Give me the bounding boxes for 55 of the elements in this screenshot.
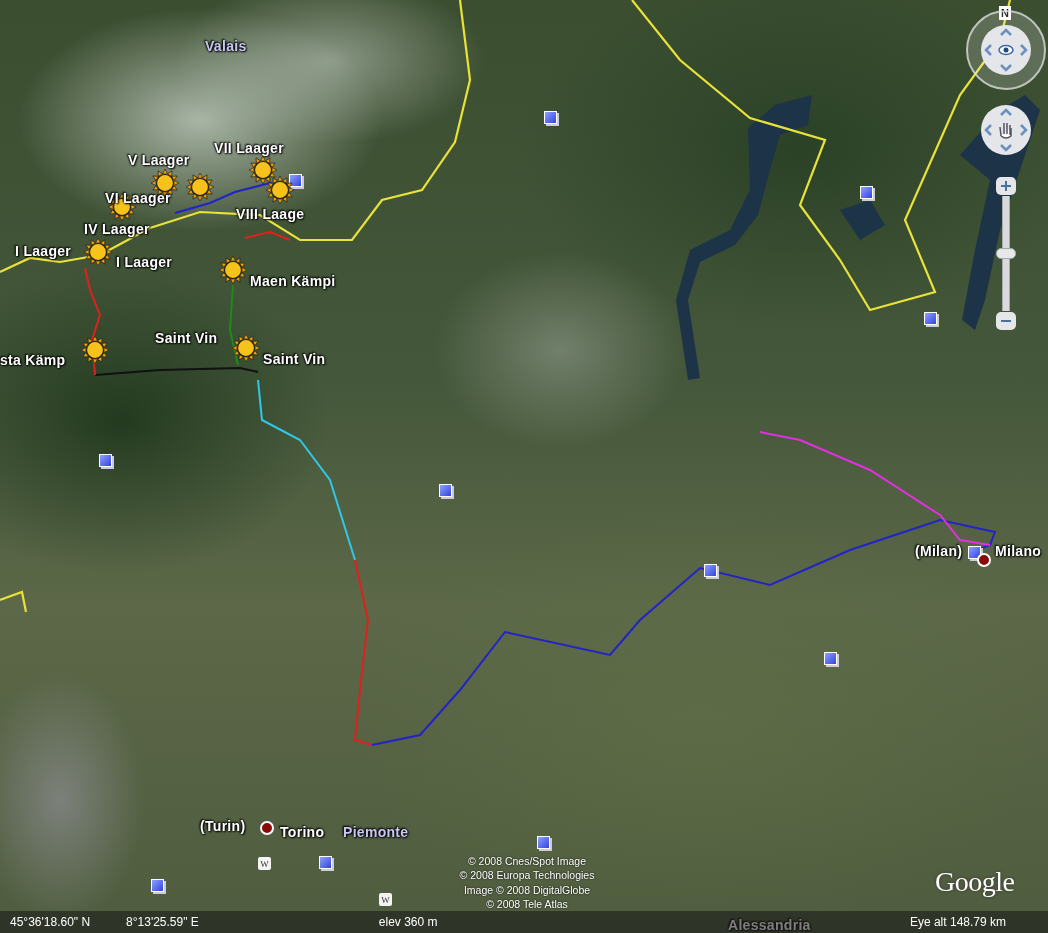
eye-altitude-text: Eye alt 148.79 km	[909, 915, 1006, 929]
city-dot-icon[interactable]	[260, 821, 274, 835]
latitude-text: 45°36'18.60" N	[10, 915, 91, 929]
zoom-in-icon[interactable]	[995, 176, 1017, 196]
longitude-text: 8°13'25.59" E	[126, 915, 199, 929]
map-label[interactable]: VI Laager	[105, 190, 171, 206]
map-label[interactable]: Saint Vin	[263, 351, 326, 367]
sun-icon[interactable]	[186, 173, 214, 201]
photo-marker-icon[interactable]	[924, 312, 937, 325]
sun-icon[interactable]	[81, 336, 109, 364]
move-joystick[interactable]	[980, 104, 1032, 156]
map-label[interactable]: V Laager	[128, 152, 190, 168]
look-joystick[interactable]	[965, 9, 1047, 91]
photo-marker-icon[interactable]	[544, 111, 557, 124]
copyright-text: Image © 2008 DigitalGlobe	[463, 882, 591, 897]
photo-marker-icon[interactable]	[824, 652, 837, 665]
photo-marker-icon[interactable]	[319, 856, 332, 869]
copyright-text: © 2008 Cnes/Spot Image	[467, 854, 587, 869]
elevation-text: elev 360 m	[378, 915, 438, 929]
photo-marker-icon[interactable]	[704, 564, 717, 577]
photo-marker-icon[interactable]	[151, 879, 164, 892]
photo-marker-icon[interactable]	[968, 546, 981, 559]
map-label[interactable]: I Laager	[116, 254, 173, 270]
photo-marker-icon[interactable]	[860, 186, 873, 199]
photo-marker-icon[interactable]	[439, 484, 452, 497]
sun-icon[interactable]	[219, 256, 247, 284]
copyright-text: © 2008 Europa Technologies	[459, 868, 595, 883]
route-line	[244, 230, 291, 241]
map-label[interactable]: VII Laager	[214, 140, 284, 156]
map-label[interactable]: IV Laager	[84, 221, 150, 237]
map-label[interactable]: Milano	[995, 543, 1042, 559]
wiki-marker[interactable]: W	[258, 857, 271, 870]
copyright-text: © 2008 Tele Atlas	[486, 896, 568, 912]
map-label[interactable]: sta Kämp	[0, 352, 66, 368]
border-line	[0, 590, 28, 613]
compass-north[interactable]: N	[999, 6, 1011, 20]
map-label[interactable]: Saint Vin	[155, 330, 218, 346]
photo-marker-icon[interactable]	[99, 454, 112, 467]
logo-text: Google	[935, 866, 1015, 898]
map-label[interactable]: Piemonte	[343, 824, 409, 840]
map-label[interactable]: Torino	[280, 824, 325, 840]
sun-icon[interactable]	[84, 238, 112, 266]
sun-icon[interactable]	[232, 334, 260, 362]
map-label[interactable]: I Laager	[15, 243, 72, 259]
sun-icon[interactable]	[249, 156, 277, 184]
zoom-out-icon[interactable]	[995, 311, 1017, 331]
map-label[interactable]: (Milan)	[915, 543, 963, 559]
city-dot-icon[interactable]	[977, 553, 991, 567]
sun-icon[interactable]	[266, 176, 294, 204]
photo-marker-icon[interactable]	[537, 836, 550, 849]
lake-shape	[840, 200, 885, 240]
zoom-slider-thumb[interactable]	[996, 247, 1016, 259]
map-label[interactable]: (Turin)	[200, 818, 246, 834]
map-label[interactable]: Maen Kämpi	[250, 273, 336, 289]
wiki-marker[interactable]: W	[379, 893, 392, 906]
